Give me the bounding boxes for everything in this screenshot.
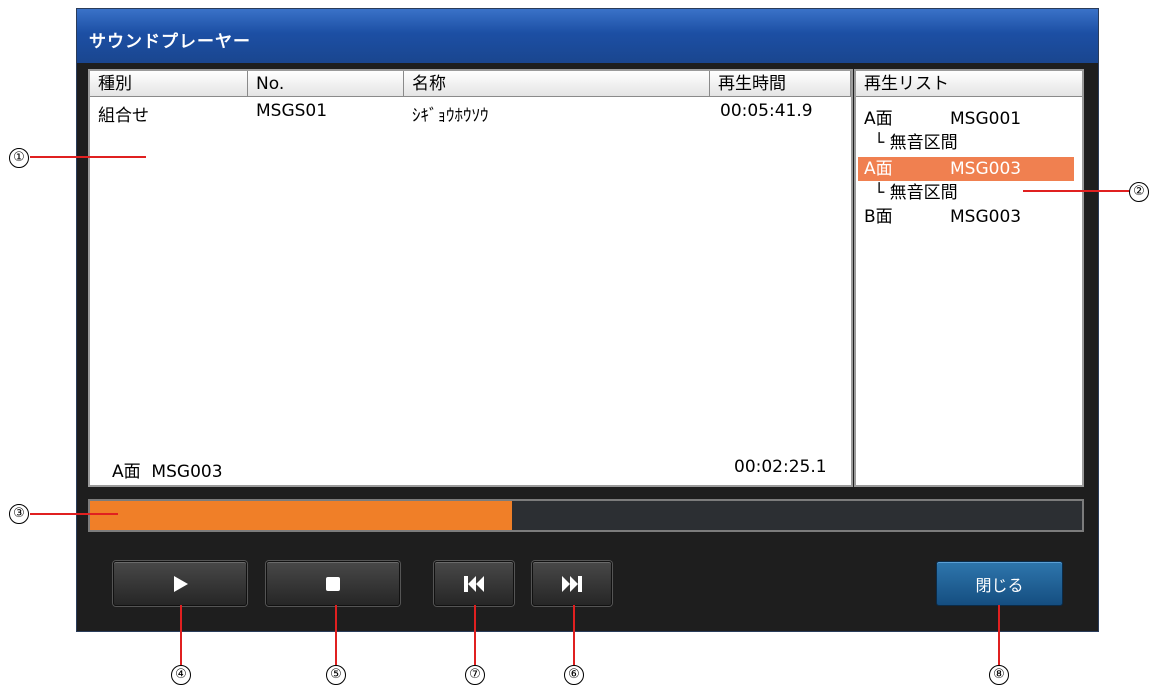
callout-line-3 bbox=[30, 513, 118, 515]
playlist-item-message: MSG003 bbox=[950, 207, 1022, 227]
message-list-header: 種別 No. 名称 再生時間 bbox=[90, 71, 851, 97]
row-type: 組合せ bbox=[98, 106, 149, 126]
playlist-item-selected[interactable]: A面 MSG003 bbox=[858, 157, 1074, 181]
playlist[interactable]: 再生リスト A面 MSG001 └ 無音区間 A面 MSG003 └ 無音区間 … bbox=[854, 69, 1084, 487]
skip-next-button[interactable] bbox=[532, 561, 612, 606]
callout-line-2 bbox=[1023, 190, 1129, 192]
stop-button[interactable] bbox=[266, 561, 400, 606]
callout-line-8 bbox=[998, 605, 1000, 665]
callout-line-7 bbox=[474, 605, 476, 665]
row-no: MSGS01 bbox=[256, 101, 328, 121]
callout-4: ④ bbox=[171, 665, 191, 685]
callout-2: ② bbox=[1129, 182, 1149, 202]
callout-line-4 bbox=[180, 605, 182, 665]
now-playing-time: 00:02:25.1 bbox=[734, 457, 827, 477]
skip-next-icon bbox=[562, 575, 582, 592]
playlist-item-silence[interactable]: └ 無音区間 bbox=[858, 131, 1074, 155]
title-bar[interactable]: サウンドプレーヤー bbox=[77, 9, 1098, 63]
callout-line-6 bbox=[573, 605, 575, 665]
sound-player-window: サウンドプレーヤー 種別 No. 名称 再生時間 組合せ MSGS01 ｼｷﾞｮ… bbox=[76, 8, 1099, 632]
playlist-item-message: MSG003 bbox=[950, 159, 1022, 179]
row-name: ｼｷﾞｮｳﾎｳｿｳ bbox=[412, 106, 489, 126]
callout-3: ③ bbox=[9, 504, 29, 524]
row-duration: 00:05:41.9 bbox=[720, 101, 813, 121]
column-header-name[interactable]: 名称 bbox=[404, 71, 710, 97]
playlist-header: 再生リスト bbox=[856, 71, 1082, 97]
callout-5: ⑤ bbox=[326, 665, 346, 685]
playlist-item[interactable]: B面 MSG003 bbox=[858, 205, 1074, 229]
message-list[interactable]: 種別 No. 名称 再生時間 組合せ MSGS01 ｼｷﾞｮｳﾎｳｿｳ 00:0… bbox=[88, 69, 853, 487]
skip-previous-button[interactable] bbox=[434, 561, 514, 606]
playlist-item-side: B面 bbox=[864, 207, 893, 227]
callout-1: ① bbox=[9, 148, 29, 168]
play-button[interactable] bbox=[113, 561, 247, 606]
playlist-item-side: A面 bbox=[864, 109, 893, 129]
playlist-item-side: A面 bbox=[864, 159, 893, 179]
play-icon bbox=[174, 575, 188, 592]
skip-previous-icon bbox=[464, 575, 484, 592]
playlist-item[interactable]: A面 MSG001 bbox=[858, 107, 1074, 131]
playlist-item-silence-label: └ 無音区間 bbox=[874, 183, 958, 203]
callout-6: ⑥ bbox=[564, 665, 584, 685]
progress-fill bbox=[90, 501, 512, 530]
column-header-type[interactable]: 種別 bbox=[90, 71, 248, 97]
stop-icon bbox=[326, 576, 340, 591]
playlist-item-silence-label: └ 無音区間 bbox=[874, 133, 958, 153]
callout-7: ⑦ bbox=[465, 665, 485, 685]
playlist-item-message: MSG001 bbox=[950, 109, 1022, 129]
close-button[interactable]: 閉じる bbox=[936, 561, 1063, 606]
callout-8: ⑧ bbox=[989, 665, 1009, 685]
window-title: サウンドプレーヤー bbox=[89, 32, 251, 52]
callout-line-5 bbox=[335, 605, 337, 665]
now-playing-label: A面 MSG003 bbox=[112, 462, 223, 482]
column-header-no[interactable]: No. bbox=[248, 71, 404, 97]
callout-line-1 bbox=[30, 156, 146, 158]
playlist-item-silence[interactable]: └ 無音区間 bbox=[858, 181, 1074, 205]
playback-progress-bar[interactable] bbox=[88, 499, 1084, 532]
column-header-duration[interactable]: 再生時間 bbox=[710, 71, 851, 97]
